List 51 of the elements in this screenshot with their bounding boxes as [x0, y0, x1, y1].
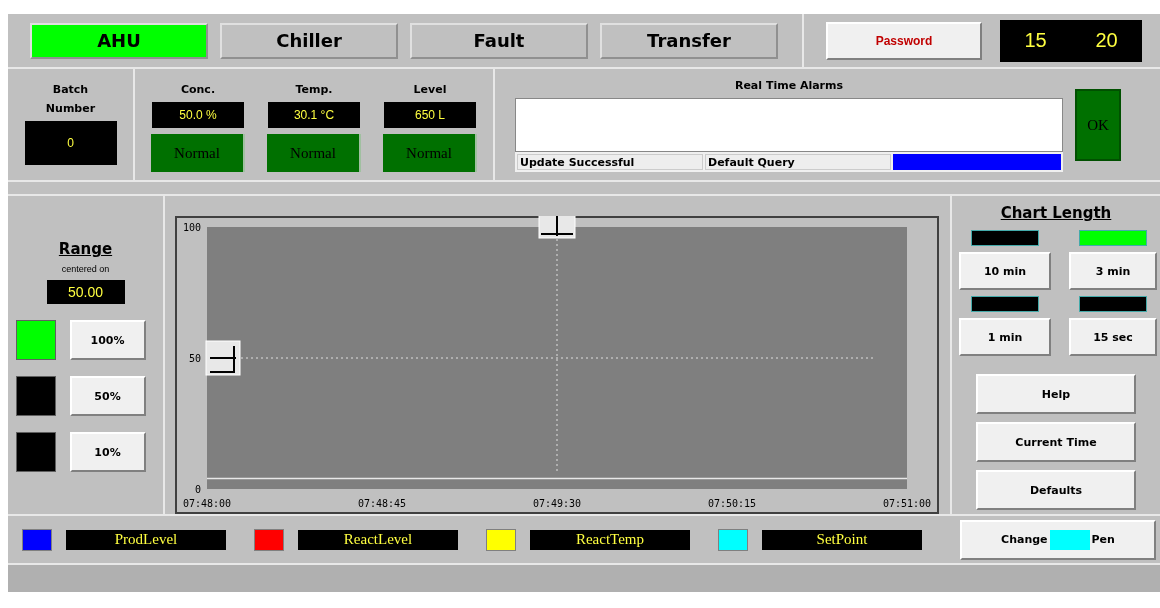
length-button[interactable]: 3 min — [1069, 252, 1157, 291]
pen-name: ReactTemp — [530, 529, 690, 550]
y-tick-label: 0 — [194, 484, 201, 496]
measure-label: Conc. — [180, 83, 216, 97]
x-tick-label: 07:48:00 — [182, 498, 232, 510]
alarms-title: Real Time Alarms — [734, 79, 844, 93]
x-tick-label: 07:48:45 — [357, 498, 407, 510]
length-button[interactable]: 15 sec — [1069, 318, 1157, 357]
measure-label: Temp. — [295, 83, 333, 97]
cursor-handle-icon[interactable] — [205, 340, 241, 376]
range-subtitle: centered on — [61, 264, 110, 275]
y-tick-label: 50 — [188, 353, 201, 365]
cursor-handle-icon[interactable] — [538, 216, 576, 239]
y-tick-label: 100 — [182, 222, 201, 234]
nav-tab[interactable]: Chiller — [220, 22, 398, 59]
length-button[interactable]: 10 min — [959, 252, 1051, 291]
range-button[interactable]: 10% — [69, 432, 146, 473]
batch-number-display: 0 — [24, 121, 117, 166]
pen-name: ReactLevel — [298, 529, 458, 550]
batch-label: Batch — [52, 83, 89, 97]
nav-tab[interactable]: Fault — [410, 22, 588, 59]
clock-value: 20 — [1095, 29, 1118, 53]
center-value-display: 50.00 — [46, 280, 125, 305]
clock-value: 15 — [1024, 29, 1047, 53]
status-indicator: Normal — [267, 134, 361, 173]
status-indicator: Normal — [151, 134, 245, 173]
status-text: Update Successful — [517, 154, 703, 171]
measure-label: Level — [413, 83, 447, 97]
x-tick-label: 07:49:30 — [532, 498, 582, 510]
measure-display: 50.0 % — [152, 102, 244, 129]
chart-length-title: Chart Length — [1000, 204, 1112, 223]
x-tick-label: 07:51:00 — [882, 498, 932, 510]
nav-tab[interactable]: Transfer — [600, 22, 778, 59]
action-button[interactable]: Current Time — [976, 422, 1136, 463]
range-title: Range — [58, 240, 113, 259]
length-button[interactable]: 1 min — [959, 318, 1051, 357]
query-text: Default Query — [705, 154, 891, 171]
x-tick-label: 07:50:15 — [707, 498, 757, 510]
measure-display: 30.1 °C — [268, 102, 360, 129]
change-pen-button[interactable]: Change Pen — [960, 519, 1156, 560]
action-button[interactable]: Defaults — [976, 470, 1136, 511]
action-button[interactable]: Help — [976, 374, 1136, 415]
batch-label: Number — [45, 102, 96, 116]
range-button[interactable]: 50% — [69, 376, 146, 417]
pen-name: ProdLevel — [66, 529, 226, 550]
password-button[interactable]: Password — [826, 21, 982, 60]
range-button[interactable]: 100% — [69, 320, 146, 361]
pen-name: SetPoint — [762, 529, 922, 550]
nav-tab[interactable]: AHU — [30, 22, 208, 59]
status-indicator: Normal — [383, 134, 477, 173]
measure-display: 650 L — [384, 102, 476, 129]
